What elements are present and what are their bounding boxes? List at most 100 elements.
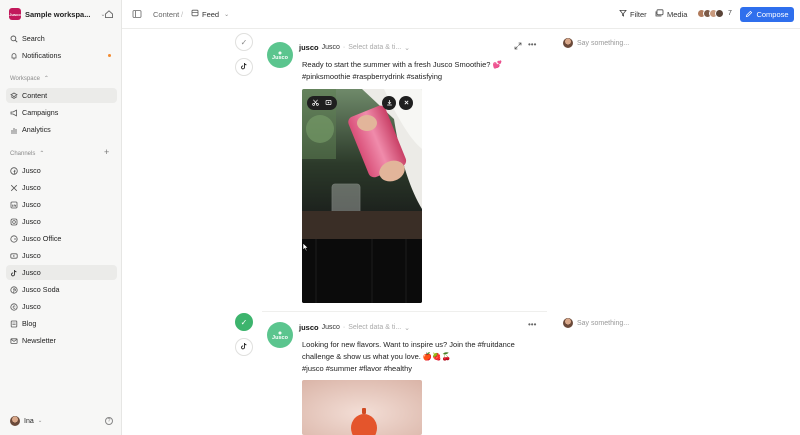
chevron-up-icon: ⌃ [43,76,49,82]
media-button[interactable]: Media [655,9,687,19]
sidebar-toggle-icon[interactable] [132,9,142,21]
approve-status-button[interactable]: ✓ [235,33,253,51]
schedule-picker[interactable]: Select data & ti... [348,44,401,51]
sidebar-item-channel-tiktok[interactable]: Jusco [6,265,117,280]
sidebar-item-channel-youtube[interactable]: Jusco [6,248,117,263]
sidebar-item-label: Analytics [22,125,51,134]
chevron-down-icon: ⌄ [37,418,43,424]
tiktok-icon [240,342,248,352]
add-channel-icon[interactable]: + [104,147,109,157]
sidebar-item-search[interactable]: Search [6,31,117,46]
account-name: jusco [299,43,319,52]
expand-icon[interactable] [514,42,522,52]
schedule-separator: · [342,324,346,331]
remove-media-button[interactable] [399,96,413,110]
post-caption-line[interactable]: challenge & show us what you love. 🍎🍓🍒 [302,351,451,363]
content-feed: ✓ ◉ Jusco jusco Jusco · Select data & ti… [122,30,800,435]
filter-label: Filter [630,9,647,19]
post-media-video[interactable] [302,89,422,303]
x-icon [10,184,18,192]
post-media-video[interactable] [302,380,422,435]
post-divider [262,311,547,312]
breadcrumb-label: Feed [202,9,220,19]
instagram-icon [10,218,18,226]
tiktok-icon [10,269,18,277]
account-name: jusco [299,323,319,332]
avatar [563,318,573,328]
thumbnail-icon[interactable] [325,99,332,108]
comment-box[interactable]: Say something... [563,38,629,48]
chevron-down-icon: ⌄ [404,324,411,332]
workspace-name: Sample workspa... [25,9,91,19]
more-options-icon[interactable]: ••• [528,320,536,329]
sidebar-item-channel-facebook[interactable]: Jusco [6,163,117,178]
brand-avatar-text: Jusco [272,54,288,61]
sidebar-item-channel-google-business[interactable]: Jusco Office [6,231,117,246]
check-icon: ✓ [240,317,248,327]
help-icon[interactable]: ? [105,417,113,425]
channels-section-label[interactable]: Channels ⌃ [10,150,44,158]
chevron-down-icon: ⌄ [224,11,230,18]
brand-avatar-text: Jusco [272,334,288,341]
linkedin-icon [10,201,18,209]
post-header: jusco Jusco · Select data & ti... ⌄ [299,43,410,52]
sidebar-item-label: Jusco [22,200,41,209]
avatar [563,38,573,48]
post-caption-line[interactable]: #jusco #summer #flavor #healthy [302,363,412,375]
mouse-cursor-icon [302,242,309,254]
download-icon [386,99,393,108]
pinterest-icon [10,285,18,294]
approved-status-button[interactable]: ✓ [235,313,253,331]
schedule-separator: · [342,44,346,51]
sidebar-item-analytics[interactable]: Analytics [6,122,117,137]
google-business-icon [10,234,18,243]
close-icon [403,99,410,108]
mail-icon [10,337,18,345]
notification-dot [108,54,111,57]
compose-label: Compose [756,10,789,19]
workspace-switcher[interactable]: Jusco Sample workspa... ⌄ [9,8,105,20]
sidebar-item-campaigns[interactable]: Campaigns [6,105,117,120]
channel-tiktok-badge [235,338,253,356]
filter-icon [619,9,627,19]
megaphone-icon [10,109,18,117]
chart-icon [10,126,18,134]
post-caption-line[interactable]: Ready to start the summer with a fresh J… [302,59,502,71]
section-label-text: Workspace [10,75,40,82]
compose-icon [745,10,753,20]
schedule-picker[interactable]: Select data & ti... [348,324,401,331]
sidebar-item-label: Notifications [22,51,62,60]
post-caption-line[interactable]: #pinksmoothie #raspberrydrink #satisfyin… [302,71,442,83]
home-icon[interactable] [104,9,114,19]
user-menu[interactable]: Ina ⌄ [10,416,42,426]
breadcrumb-feed[interactable]: Feed ⌄ [191,9,229,19]
sidebar-item-channel-pinterest[interactable]: Jusco Soda [6,282,117,297]
sidebar-item-channel-instagram[interactable]: Jusco [6,214,117,229]
scissors-icon[interactable] [312,99,319,108]
download-media-button[interactable] [382,96,396,110]
threads-icon [10,302,18,311]
post-caption-line[interactable]: Looking for new flavors. Want to inspire… [302,339,515,351]
workspace-section-label[interactable]: Workspace ⌃ [10,75,49,83]
compose-button[interactable]: Compose [740,7,794,22]
sidebar-item-label: Jusco [22,302,41,311]
chevron-down-icon: ⌄ [404,44,411,52]
sidebar-item-channel-threads[interactable]: Jusco [6,299,117,314]
breadcrumb-content[interactable]: Content [153,10,179,19]
sidebar-item-channel-x[interactable]: Jusco [6,180,117,195]
avatar [715,9,724,18]
bell-icon [10,52,18,60]
workspace-logo: Jusco [9,8,21,20]
sidebar-item-content[interactable]: Content [6,88,117,103]
more-options-icon[interactable]: ••• [528,40,536,49]
sidebar-item-notifications[interactable]: Notifications [6,48,117,63]
youtube-icon [10,252,18,260]
comment-box[interactable]: Say something... [563,318,629,328]
filter-button[interactable]: Filter [619,9,647,19]
sidebar: Jusco Sample workspa... ⌄ Search Notific… [0,0,122,435]
collaborators[interactable]: 7 [697,9,732,18]
sidebar-item-channel-blog[interactable]: Blog [6,316,117,331]
sidebar-item-channel-linkedin[interactable]: Jusco [6,197,117,212]
user-name: Ina [24,417,34,425]
sidebar-item-channel-newsletter[interactable]: Newsletter [6,333,117,348]
